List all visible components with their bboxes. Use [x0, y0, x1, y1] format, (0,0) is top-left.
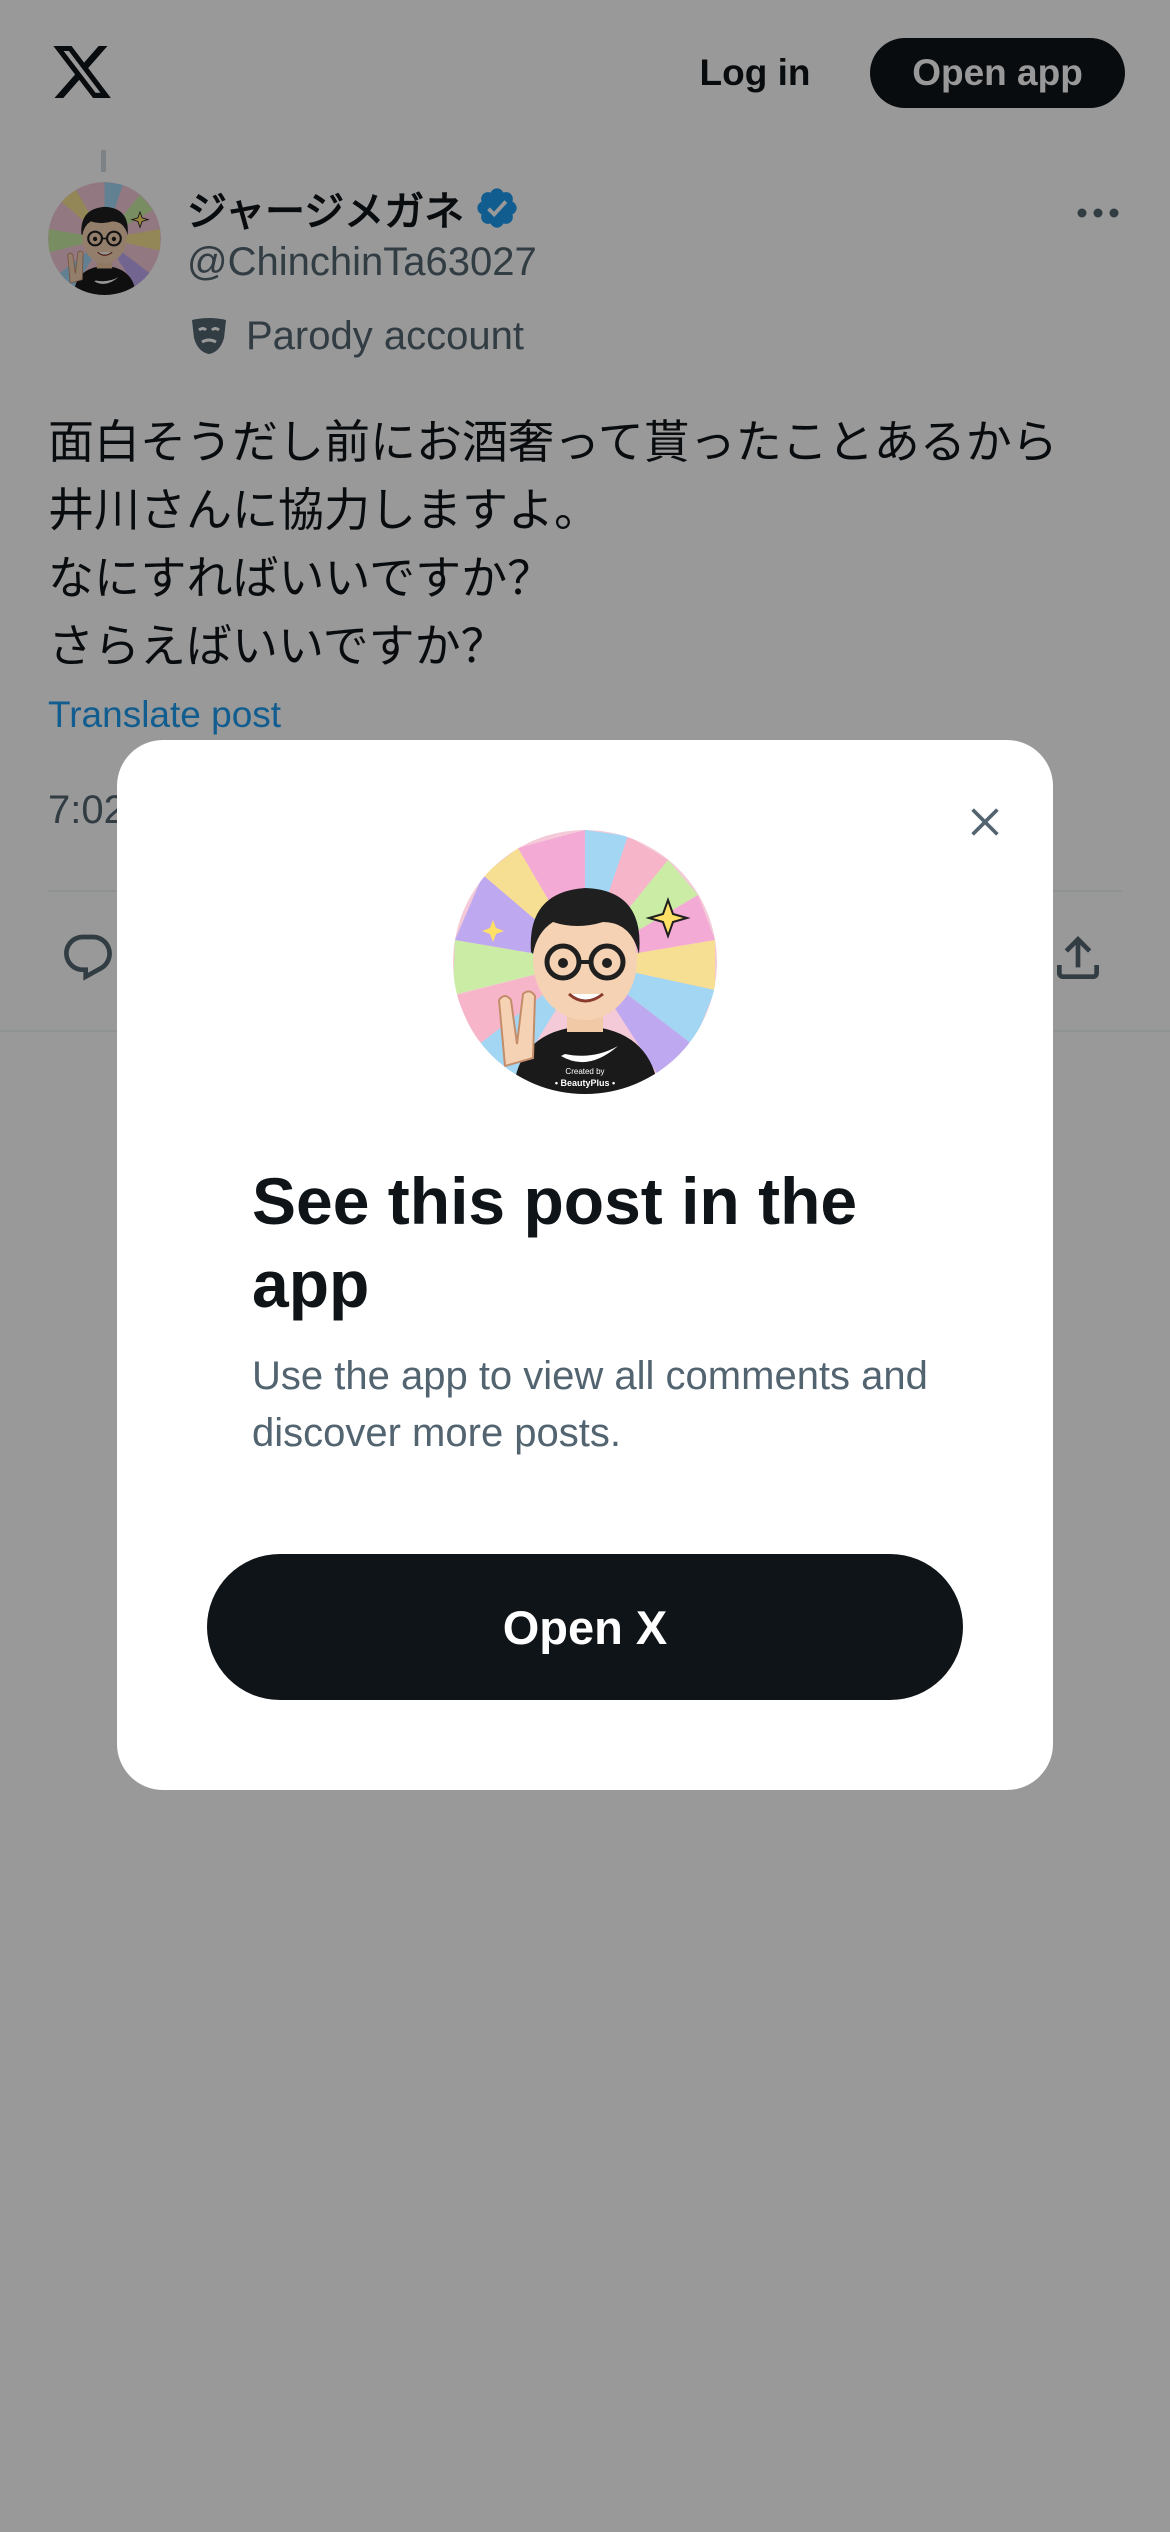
open-x-button[interactable]: Open X: [207, 1554, 963, 1700]
avatar: Created by • BeautyPlus •: [453, 830, 717, 1094]
dialog-title: See this post in the app: [252, 1164, 858, 1321]
open-in-app-dialog: Created by • BeautyPlus • See this post …: [117, 740, 1053, 1790]
close-icon: [971, 808, 999, 836]
dialog-subtitle: Use the app to view all comments and dis…: [252, 1354, 928, 1455]
avatar-caption: Created by: [565, 1067, 604, 1076]
close-button[interactable]: [953, 790, 1017, 854]
avatar-illustration: Created by • BeautyPlus •: [453, 830, 717, 1094]
avatar-caption: • BeautyPlus •: [555, 1078, 615, 1088]
